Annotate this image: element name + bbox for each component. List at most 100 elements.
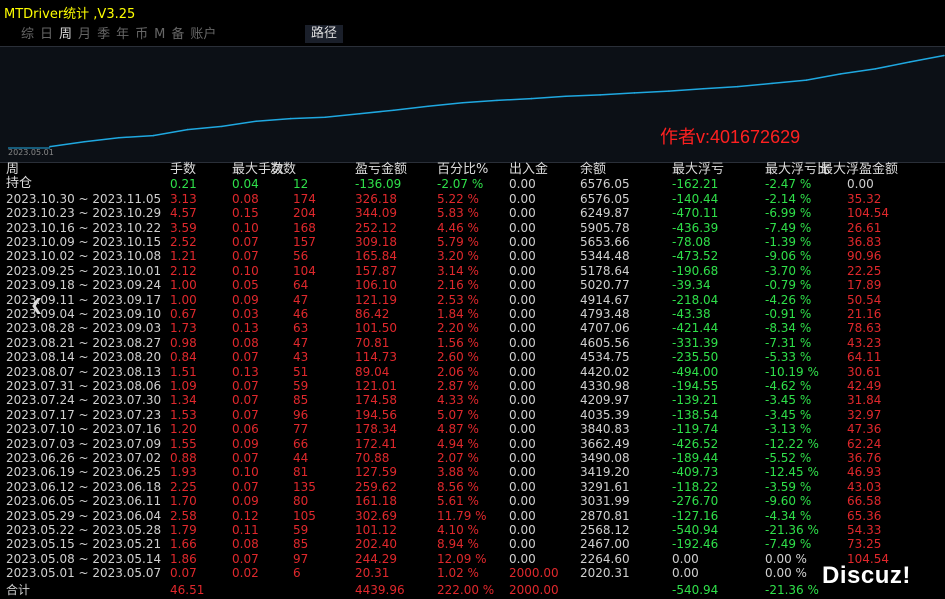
cell-lots: 1.73 [170, 321, 197, 336]
tab-8[interactable]: 备 [168, 26, 187, 44]
equity-point-22 [805, 79, 808, 81]
cell-pct: 2.06 % [437, 364, 479, 379]
holding-flow: 0.00 [509, 177, 536, 192]
cell-period: 2023.10.02 ~ 2023.10.08 [6, 249, 162, 264]
tab-9[interactable]: 账户 [187, 26, 219, 44]
cell-count: 81 [293, 465, 309, 480]
tab-4[interactable]: 季 [94, 26, 113, 44]
cell-flow: 0.00 [509, 451, 536, 465]
cell-count: 56 [293, 249, 309, 264]
holding-max_lots: 0.04 [232, 177, 259, 192]
cell-flow: 0.00 [509, 350, 536, 365]
header-cell-10: 最大浮盈金额 [820, 162, 899, 177]
cell-balance: 3031.99 [580, 494, 630, 509]
cell-flow: 0.00 [509, 220, 536, 235]
cell-max_fp: 35.32 [847, 191, 882, 206]
cell-balance: 6576.05 [580, 191, 630, 206]
cell-balance: 5653.66 [580, 235, 630, 249]
cell-max_dd_pct: -9.60 % [765, 494, 812, 509]
period-tabs: 综日周月季年币 M 备账户 [18, 26, 219, 44]
cell-pnl: 121.19 [355, 292, 397, 307]
cell-pct: 1.02 % [437, 566, 479, 581]
cell-pnl: 121.01 [355, 379, 397, 393]
cell-max_dd_pct: -0.91 % [765, 307, 812, 321]
cell-lots: 3.13 [170, 191, 197, 206]
cell-max_dd_pct: -3.70 % [765, 263, 812, 278]
cell-pct: 2.60 % [437, 350, 479, 365]
holding-max_fp: 0.00 [847, 177, 874, 192]
cell-lots: 1.70 [170, 494, 197, 509]
cell-max_dd: -140.44 [672, 191, 719, 206]
cell-max_dd: -276.70 [672, 494, 719, 509]
cell-count: 47 [293, 292, 309, 307]
tab-5[interactable]: 年 [113, 26, 132, 44]
cell-max_fp: 17.89 [847, 278, 882, 293]
cell-pct: 4.87 % [437, 422, 479, 437]
tab-2[interactable]: 周 [56, 26, 75, 44]
cell-pnl: 101.50 [355, 321, 397, 336]
cell-lots: 1.53 [170, 407, 197, 422]
path-button[interactable]: 路径 [305, 25, 344, 43]
cell-period: 2023.10.30 ~ 2023.11.05 [6, 191, 162, 206]
holding-pnl: -136.09 [355, 177, 402, 192]
cell-count: 204 [293, 206, 316, 221]
equity-point-1 [83, 140, 86, 143]
cell-max_lots: 0.05 [232, 278, 259, 293]
cell-count: 66 [293, 436, 309, 451]
cell-lots: 1.09 [170, 379, 197, 393]
equity-point-17 [633, 92, 636, 94]
table-row: 2023.06.05 ~ 2023.06.11 1.70 0.09 80 161.18 5… [0, 494, 945, 508]
cell-balance: 2467.00 [580, 537, 630, 552]
cell-pnl: 244.29 [355, 551, 397, 566]
cell-max_dd_pct: -21.36 % [765, 523, 819, 537]
cell-max_lots: 0.07 [232, 235, 259, 249]
cell-max_dd_pct: -12.22 % [765, 436, 819, 451]
cell-balance: 4605.56 [580, 335, 630, 350]
cell-lots: 1.79 [170, 523, 197, 537]
cell-pnl: 114.73 [355, 350, 397, 365]
cell-max_fp: 90.96 [847, 249, 882, 264]
cell-pct: 1.84 % [437, 307, 479, 321]
cell-balance: 4209.97 [580, 393, 630, 408]
table-row: 2023.10.09 ~ 2023.10.15 2.52 0.07 157 309.18… [0, 235, 945, 249]
cell-flow: 0.00 [509, 465, 536, 480]
cell-count: 51 [293, 364, 309, 379]
tab-0[interactable]: 综 [18, 26, 37, 44]
cell-count: 59 [293, 379, 309, 393]
cell-count: 46 [293, 307, 309, 321]
cell-max_dd: -118.22 [672, 479, 719, 494]
equity-chart-svg [8, 54, 945, 149]
cell-pct: 8.56 % [437, 479, 479, 494]
cell-max_lots: 0.10 [232, 263, 259, 278]
cell-count: 77 [293, 422, 309, 437]
cell-pct: 4.46 % [437, 220, 479, 235]
cell-max_lots: 0.02 [232, 566, 259, 581]
cell-max_lots: 0.07 [232, 379, 259, 393]
tab-6[interactable]: 币 [132, 26, 151, 44]
cell-count: 105 [293, 508, 316, 523]
tab-3[interactable]: 月 [75, 26, 94, 44]
cell-max_dd: -192.46 [672, 537, 719, 552]
equity-point-5 [221, 125, 223, 128]
cell-pct: 12.09 % [437, 551, 487, 566]
cell-max_lots: 0.09 [232, 436, 259, 451]
header-cell-0: 周 [6, 162, 20, 177]
cell-period: 2023.07.03 ~ 2023.07.09 [6, 436, 162, 451]
cell-balance: 3490.08 [580, 451, 630, 465]
cell-lots: 0.88 [170, 451, 197, 465]
tab-1[interactable]: 日 [37, 26, 56, 44]
cell-count: 63 [293, 321, 309, 336]
cell-flow: 0.00 [509, 263, 536, 278]
cell-max_dd: -190.68 [672, 263, 719, 278]
cell-max_dd_pct: -10.19 % [765, 364, 819, 379]
cell-period: 2023.10.23 ~ 2023.10.29 [6, 206, 162, 221]
cell-max_fp: 46.93 [847, 465, 882, 480]
cell-max_fp: 47.36 [847, 422, 882, 437]
chevron-left-icon[interactable]: ❮ [30, 295, 43, 314]
cell-flow: 0.00 [509, 407, 536, 422]
cell-max_fp: 31.84 [847, 393, 882, 408]
cell-pnl: 165.84 [355, 249, 397, 264]
cell-balance: 3419.20 [580, 465, 630, 480]
cell-max_lots: 0.07 [232, 249, 259, 264]
tab-7[interactable]: M [151, 26, 168, 44]
